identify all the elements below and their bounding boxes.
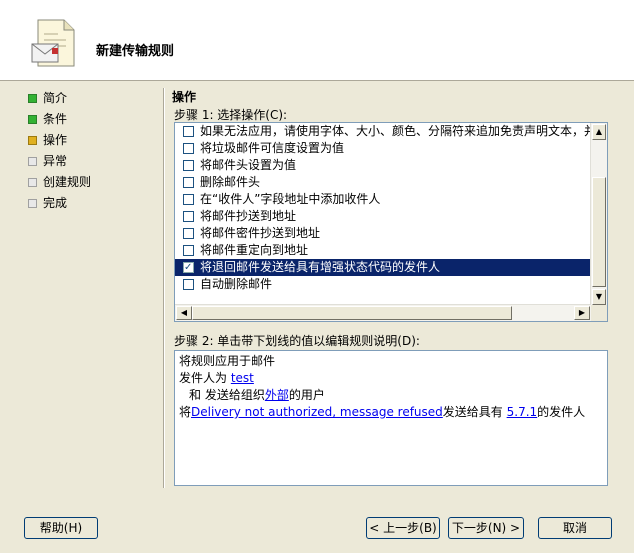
step-done-icon [28,94,37,103]
step-pending-icon [28,178,37,187]
action-label: 将退回邮件发送给具有增强状态代码的发件人 [200,260,441,274]
divider [163,88,165,488]
desc-line: 将规则应用于邮件 [179,353,603,370]
action-label: 删除邮件头 [200,175,261,189]
step-exceptions: 异常 [28,151,158,172]
desc-line: 将Delivery not authorized, message refuse… [179,404,603,421]
action-label: 将邮件重定向到地址 [200,243,309,257]
wizard-steps: 简介 条件 操作 异常 创建规则 完成 [28,88,158,214]
step-pending-icon [28,157,37,166]
action-label: 在“收件人”字段地址中添加收件人 [200,192,381,206]
action-label: 将邮件头设置为值 [200,158,297,172]
sender-link[interactable]: test [231,371,254,385]
section-title: 操作 [172,90,197,104]
scroll-corner [591,305,607,321]
action-item[interactable]: 将邮件抄送到地址 [175,208,591,225]
action-item[interactable]: 如果无法应用，请使用字体、大小、颜色、分隔符来追加免责声明文本，并 [175,123,596,140]
action-item[interactable]: 删除邮件头 [175,174,591,191]
desc-text: 的用户 [288,388,325,402]
scroll-thumb[interactable] [592,177,606,287]
action-label: 将邮件抄送到地址 [200,209,297,223]
desc-text: 发件人为 [179,371,231,385]
step-intro: 简介 [28,88,158,109]
scroll-up-arrow-icon[interactable]: ▲ [592,124,606,140]
desc-line: 发件人为 test [179,370,603,387]
action-item-selected[interactable]: 将退回邮件发送给具有增强状态代码的发件人 [175,259,591,276]
checkbox[interactable] [183,279,194,290]
checkbox[interactable] [183,194,194,205]
action-label: 自动删除邮件 [200,277,273,291]
desc-text: 将规则应用于邮件 [179,354,276,368]
step-actions: 操作 [28,130,158,151]
scroll-down-arrow-icon[interactable]: ▼ [592,289,606,305]
step-complete: 完成 [28,193,158,214]
scope-link[interactable]: 外部 [265,388,289,402]
checkbox[interactable] [183,245,194,256]
rule-description: 将规则应用于邮件 发件人为 test 和 发送给组织外部的用户 将Deliver… [174,350,608,486]
next-button[interactable]: 下一步(N) > [448,517,524,539]
step-label: 简介 [43,91,68,105]
actions-listbox[interactable]: 如果无法应用，请使用字体、大小、颜色、分隔符来追加免责声明文本，并 将垃圾邮件可… [174,122,608,322]
help-button[interactable]: 帮助(H) [24,517,98,539]
action-label: 如果无法应用，请使用字体、大小、颜色、分隔符来追加免责声明文本，并 [200,124,597,138]
step2-label: 步骤 2: 单击带下划线的值以编辑规则说明(D): [174,334,420,348]
action-item[interactable]: 将邮件重定向到地址 [175,242,591,259]
step-conditions: 条件 [28,109,158,130]
desc-text: 和 发送给组织 [189,388,265,402]
checkbox[interactable] [183,126,194,137]
action-item[interactable]: 将垃圾邮件可信度设置为值 [175,140,591,157]
checkbox[interactable] [183,211,194,222]
desc-text: 发送给具有 [442,405,507,419]
vertical-scrollbar[interactable]: ▲ ▼ [590,123,607,306]
action-item[interactable]: 自动删除邮件 [175,276,591,293]
step1-label: 步骤 1: 选择操作(C): [174,108,288,122]
desc-text: 将 [179,405,192,419]
step-current-icon [28,136,37,145]
wizard-header: 新建传输规则 [0,0,634,81]
action-item[interactable]: 将邮件密件抄送到地址 [175,225,591,242]
desc-text: 的发件人 [537,405,586,419]
action-item[interactable]: 将邮件头设置为值 [175,157,591,174]
status-code-link[interactable]: 5.7.1 [507,405,538,419]
step-label: 操作 [43,133,68,147]
step-create-rule: 创建规则 [28,172,158,193]
step-label: 完成 [43,196,68,210]
wizard-title: 新建传输规则 [96,44,175,59]
scroll-right-arrow-icon[interactable]: ▶ [574,306,590,320]
scroll-left-arrow-icon[interactable]: ◀ [176,306,192,320]
horizontal-scrollbar[interactable]: ◀ ▶ [175,304,591,321]
step-label: 条件 [43,112,68,126]
checkbox[interactable] [183,143,194,154]
action-item[interactable]: 在“收件人”字段地址中添加收件人 [175,191,591,208]
step-label: 异常 [43,154,68,168]
action-label: 将邮件密件抄送到地址 [200,226,321,240]
action-label: 将垃圾邮件可信度设置为值 [200,141,345,155]
scroll-thumb[interactable] [192,306,512,320]
checkbox[interactable] [183,160,194,171]
checkbox[interactable] [183,177,194,188]
checkbox-checked[interactable] [183,259,194,276]
desc-line: 和 发送给组织外部的用户 [179,387,603,404]
step-pending-icon [28,199,37,208]
actions-list: 如果无法应用，请使用字体、大小、颜色、分隔符来追加免责声明文本，并 将垃圾邮件可… [175,123,596,293]
new-rule-document-icon [31,19,75,67]
back-button[interactable]: < 上一步(B) [366,517,440,539]
message-link[interactable]: Delivery not authorized, message refused [191,405,443,419]
step-done-icon [28,115,37,124]
step-label: 创建规则 [43,175,92,189]
cancel-button[interactable]: 取消 [538,517,612,539]
checkbox[interactable] [183,228,194,239]
